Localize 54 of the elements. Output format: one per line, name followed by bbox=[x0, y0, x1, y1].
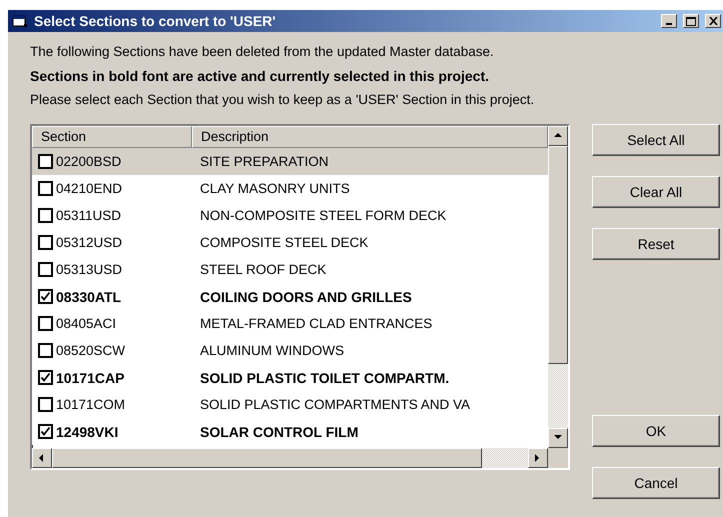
description-cell: SOLAR CONTROL FILM bbox=[200, 424, 358, 440]
maximize-icon bbox=[686, 16, 696, 26]
section-cell-text: 05313USD bbox=[56, 262, 124, 277]
instruction-text: Sections in bold font are active and currently selected in this project. bbox=[30, 67, 490, 86]
maximize-button[interactable] bbox=[683, 14, 699, 28]
description-cell: SOLID PLASTIC COMPARTMENTS AND VA bbox=[200, 397, 470, 412]
description-cell: CLAY MASONRY UNITS bbox=[200, 181, 350, 196]
description-cell: COILING DOORS AND GRILLES bbox=[200, 288, 412, 304]
section-cell-text: 04210END bbox=[56, 181, 124, 196]
checkbox[interactable] bbox=[38, 370, 53, 385]
instruction-text: Please select each Section that you wish to keep as a 'USER' Section in this project. bbox=[30, 91, 536, 109]
action-button[interactable]: Clear All bbox=[592, 176, 720, 208]
dialog-button[interactable]: OK bbox=[592, 415, 720, 447]
list-row[interactable]: 02200BSD SITE PREPARATION bbox=[32, 148, 548, 175]
checkbox[interactable] bbox=[38, 289, 53, 304]
checkbox[interactable] bbox=[38, 208, 53, 223]
folder-window-icon bbox=[12, 14, 28, 28]
close-icon bbox=[708, 17, 718, 25]
checkbox[interactable] bbox=[38, 343, 53, 358]
section-cell-text: 08520SCW bbox=[56, 343, 126, 358]
checkbox[interactable] bbox=[38, 316, 53, 331]
section-cell-text: 05312USD bbox=[56, 235, 124, 250]
description-cell: SOLID PLASTIC TOILET COMPARTM. bbox=[200, 370, 450, 386]
section-cell-text: 05311USD bbox=[56, 208, 122, 223]
column-header[interactable]: Section bbox=[32, 126, 192, 148]
checkbox[interactable] bbox=[38, 181, 53, 196]
checkbox[interactable] bbox=[38, 424, 53, 439]
close-button[interactable] bbox=[705, 14, 721, 28]
description-cell: COMPOSITE STEEL DECK bbox=[200, 235, 368, 250]
section-cell-text: 08405ACI bbox=[56, 316, 118, 331]
scrollbar-corner bbox=[548, 448, 568, 468]
description-cell: ALUMINUM WINDOWS bbox=[200, 343, 344, 358]
column-header[interactable]: Description bbox=[192, 126, 548, 148]
section-cell-text: 12498VKI bbox=[56, 424, 120, 440]
section-cell-text: 10171CAP bbox=[56, 370, 126, 386]
horizontal-scrollbar[interactable] bbox=[32, 448, 548, 468]
checkbox[interactable] bbox=[38, 262, 53, 277]
dialog-button[interactable]: Cancel bbox=[592, 467, 720, 499]
action-button[interactable]: Select All bbox=[592, 124, 720, 156]
action-button[interactable]: Reset bbox=[592, 228, 720, 260]
section-cell-text: 08330ATL bbox=[56, 288, 122, 304]
window-title: Select Sections to convert to 'USER' bbox=[34, 13, 277, 29]
instruction-text: The following Sections have been deleted from the updated Master database. bbox=[30, 43, 495, 61]
section-cell-text: 10171COM bbox=[56, 397, 126, 412]
section-cell-text: 02200BSD bbox=[56, 154, 122, 169]
checkbox[interactable] bbox=[38, 235, 53, 250]
checkbox[interactable] bbox=[38, 397, 53, 412]
description-cell: METAL-FRAMED CLAD ENTRANCES bbox=[200, 316, 432, 331]
description-cell: NON-COMPOSITE STEEL FORM DECK bbox=[200, 208, 446, 223]
description-cell: SITE PREPARATION bbox=[200, 154, 329, 169]
description-cell: STEEL ROOF DECK bbox=[200, 262, 326, 277]
vertical-scrollbar[interactable] bbox=[548, 126, 568, 448]
checkbox[interactable] bbox=[38, 154, 53, 169]
minimize-button[interactable] bbox=[661, 14, 677, 28]
